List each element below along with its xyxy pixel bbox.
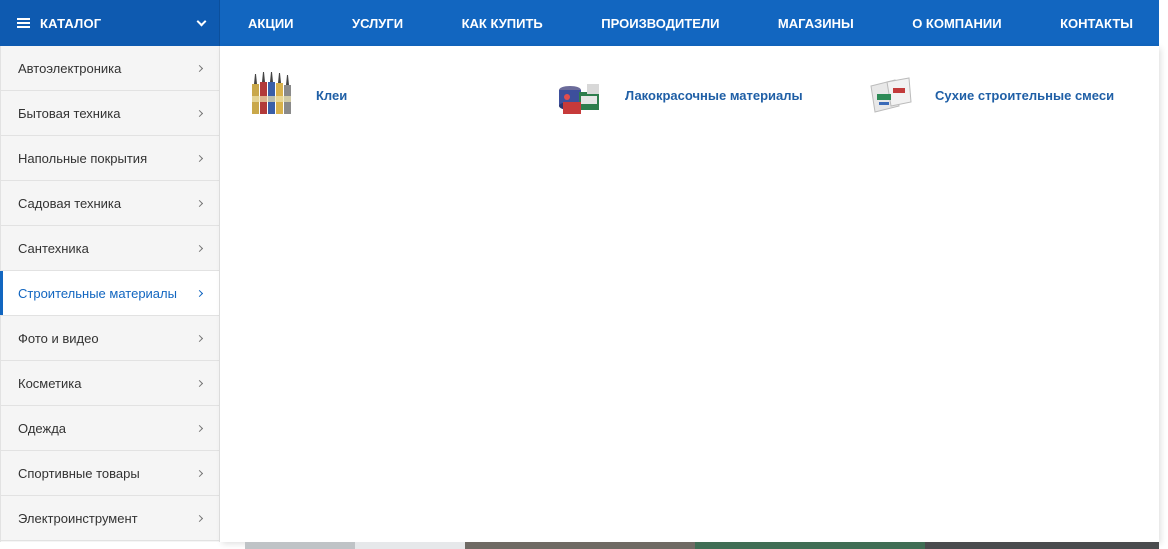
submenu-item-label: Лакокрасочные материалы bbox=[625, 87, 803, 103]
catalog-sidebar: Автоэлектроника Бытовая техника Напольны… bbox=[0, 46, 220, 542]
sidebar-item-label: Одежда bbox=[18, 420, 67, 436]
nav-item-promotions[interactable]: АКЦИИ bbox=[248, 16, 294, 31]
catalog-label: КАТАЛОГ bbox=[40, 15, 102, 31]
hamburger-icon bbox=[17, 18, 30, 28]
paint-cans-icon bbox=[555, 70, 605, 120]
nav-item-contacts[interactable]: КОНТАКТЫ bbox=[1060, 16, 1133, 31]
nav-item-about[interactable]: О КОМПАНИИ bbox=[912, 16, 1001, 31]
glue-tubes-icon bbox=[246, 70, 296, 120]
submenu-item-glue[interactable]: Клеи bbox=[246, 70, 347, 120]
chevron-right-icon bbox=[195, 379, 204, 387]
sidebar-item-appliances[interactable]: Бытовая техника bbox=[1, 91, 219, 136]
background-banner-strip bbox=[245, 542, 1159, 549]
sidebar-item-label: Автоэлектроника bbox=[18, 60, 122, 76]
top-navigation-bar: КАТАЛОГ АКЦИИ УСЛУГИ КАК КУПИТЬ ПРОИЗВОД… bbox=[0, 0, 1159, 46]
nav-item-how-to-buy[interactable]: КАК КУПИТЬ bbox=[462, 16, 543, 31]
sidebar-item-photo-video[interactable]: Фото и видео bbox=[1, 316, 219, 361]
dry-mix-bags-icon bbox=[865, 70, 915, 120]
chevron-right-icon bbox=[195, 424, 204, 432]
chevron-right-icon bbox=[195, 199, 204, 207]
nav-item-stores[interactable]: МАГАЗИНЫ bbox=[778, 16, 854, 31]
sidebar-item-label: Фото и видео bbox=[18, 330, 99, 346]
submenu-panel: Клеи Лакокрасочные материалы Сухие строи… bbox=[220, 46, 1159, 542]
chevron-right-icon bbox=[195, 334, 204, 342]
sidebar-item-label: Косметика bbox=[18, 375, 82, 391]
sidebar-item-flooring[interactable]: Напольные покрытия bbox=[1, 136, 219, 181]
chevron-right-icon bbox=[195, 154, 204, 162]
chevron-right-icon bbox=[195, 109, 204, 117]
submenu-item-paints[interactable]: Лакокрасочные материалы bbox=[555, 70, 803, 120]
chevron-right-icon bbox=[195, 514, 204, 522]
sidebar-item-label: Строительные материалы bbox=[18, 285, 177, 301]
sidebar-item-sports[interactable]: Спортивные товары bbox=[1, 451, 219, 496]
chevron-down-icon bbox=[196, 16, 207, 26]
sidebar-item-label: Бытовая техника bbox=[18, 105, 121, 121]
main-nav: АКЦИИ УСЛУГИ КАК КУПИТЬ ПРОИЗВОДИТЕЛИ МА… bbox=[220, 0, 1159, 46]
sidebar-item-label: Спортивные товары bbox=[18, 465, 140, 481]
sidebar-item-label: Садовая техника bbox=[18, 195, 122, 211]
sidebar-item-clothing[interactable]: Одежда bbox=[1, 406, 219, 451]
chevron-right-icon bbox=[195, 289, 204, 297]
submenu-item-label: Сухие строительные смеси bbox=[935, 87, 1115, 103]
catalog-menu-button[interactable]: КАТАЛОГ bbox=[0, 0, 220, 46]
sidebar-item-label: Электроинструмент bbox=[18, 510, 138, 526]
chevron-right-icon bbox=[195, 244, 204, 252]
sidebar-item-label: Напольные покрытия bbox=[18, 150, 148, 166]
nav-item-services[interactable]: УСЛУГИ bbox=[352, 16, 403, 31]
sidebar-item-garden[interactable]: Садовая техника bbox=[1, 181, 219, 226]
submenu-item-dry-mixes[interactable]: Сухие строительные смеси bbox=[865, 70, 1114, 120]
chevron-right-icon bbox=[195, 469, 204, 477]
submenu-item-label: Клеи bbox=[316, 87, 348, 103]
sidebar-item-power-tools[interactable]: Электроинструмент bbox=[1, 496, 219, 541]
sidebar-item-cosmetics[interactable]: Косметика bbox=[1, 361, 219, 406]
sidebar-item-auto-electronics[interactable]: Автоэлектроника bbox=[1, 46, 219, 91]
sidebar-item-plumbing[interactable]: Сантехника bbox=[1, 226, 219, 271]
nav-item-manufacturers[interactable]: ПРОИЗВОДИТЕЛИ bbox=[601, 16, 719, 31]
sidebar-item-building-materials[interactable]: Строительные материалы bbox=[0, 271, 219, 316]
sidebar-item-label: Сантехника bbox=[18, 240, 89, 256]
chevron-right-icon bbox=[195, 64, 204, 72]
